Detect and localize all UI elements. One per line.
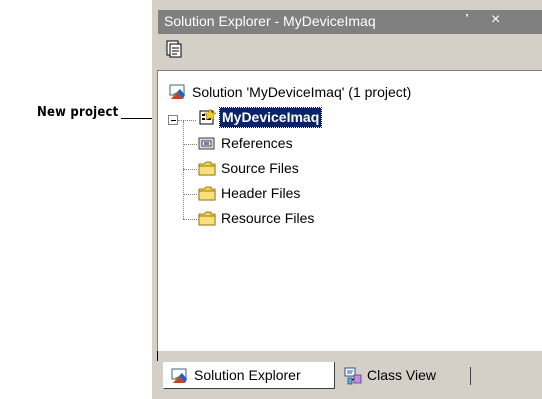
properties-icon (166, 40, 182, 58)
tree-node-solution[interactable]: Solution 'MyDeviceImaq' (1 project) (169, 83, 469, 103)
properties-button[interactable] (164, 39, 184, 59)
collapse-toggle[interactable] (168, 115, 178, 125)
panel-title: Solution Explorer - MyDeviceImaq (164, 13, 376, 29)
header-files-label: Header Files (221, 185, 301, 201)
solution-label: Solution 'MyDeviceImaq' (1 project) (192, 84, 412, 100)
resource-files-label: Resource Files (221, 210, 315, 226)
tree-node-header-files[interactable]: Header Files (198, 184, 358, 204)
tab-divider (470, 367, 471, 385)
new-project-callout: New project (37, 105, 119, 120)
tab-class-view-label: Class View (367, 367, 436, 383)
solution-icon (171, 368, 187, 383)
solution-tree[interactable]: Solution 'MyDeviceImaq' (1 project) MyDe… (157, 70, 542, 352)
solution-icon (169, 84, 185, 99)
references-label: References (221, 135, 293, 151)
solution-explorer-panel: Solution Explorer - MyDeviceImaq ҆ × (152, 0, 542, 399)
tree-node-resource-files[interactable]: Resource Files (198, 209, 358, 229)
tree-node-references[interactable]: References (198, 134, 358, 154)
close-icon[interactable]: × (491, 11, 500, 29)
tab-solution-explorer[interactable]: Solution Explorer (163, 362, 335, 389)
tree-node-source-files[interactable]: Source Files (198, 159, 358, 179)
project-label: MyDeviceImaq (218, 107, 323, 128)
tab-solution-explorer-label: Solution Explorer (194, 367, 301, 383)
tree-connector (183, 169, 197, 170)
references-icon (198, 137, 215, 150)
tree-connector (178, 120, 196, 121)
project-icon (199, 108, 217, 125)
folder-icon (198, 186, 216, 201)
tree-connector (183, 194, 197, 195)
source-files-label: Source Files (221, 160, 299, 176)
folder-icon (198, 211, 216, 226)
panel-titlebar[interactable]: Solution Explorer - MyDeviceImaq ҆ × (158, 10, 542, 34)
class-view-icon (344, 367, 362, 385)
tab-class-view[interactable]: Class View (337, 362, 472, 388)
tree-connector (183, 144, 197, 145)
tree-connector (183, 219, 197, 220)
tree-connector (183, 121, 184, 219)
tabstrip-edge (157, 351, 158, 361)
panel-tabstrip: Solution Explorer Class View (157, 351, 542, 399)
tree-node-project[interactable]: MyDeviceImaq (199, 107, 399, 128)
folder-icon (198, 161, 216, 176)
